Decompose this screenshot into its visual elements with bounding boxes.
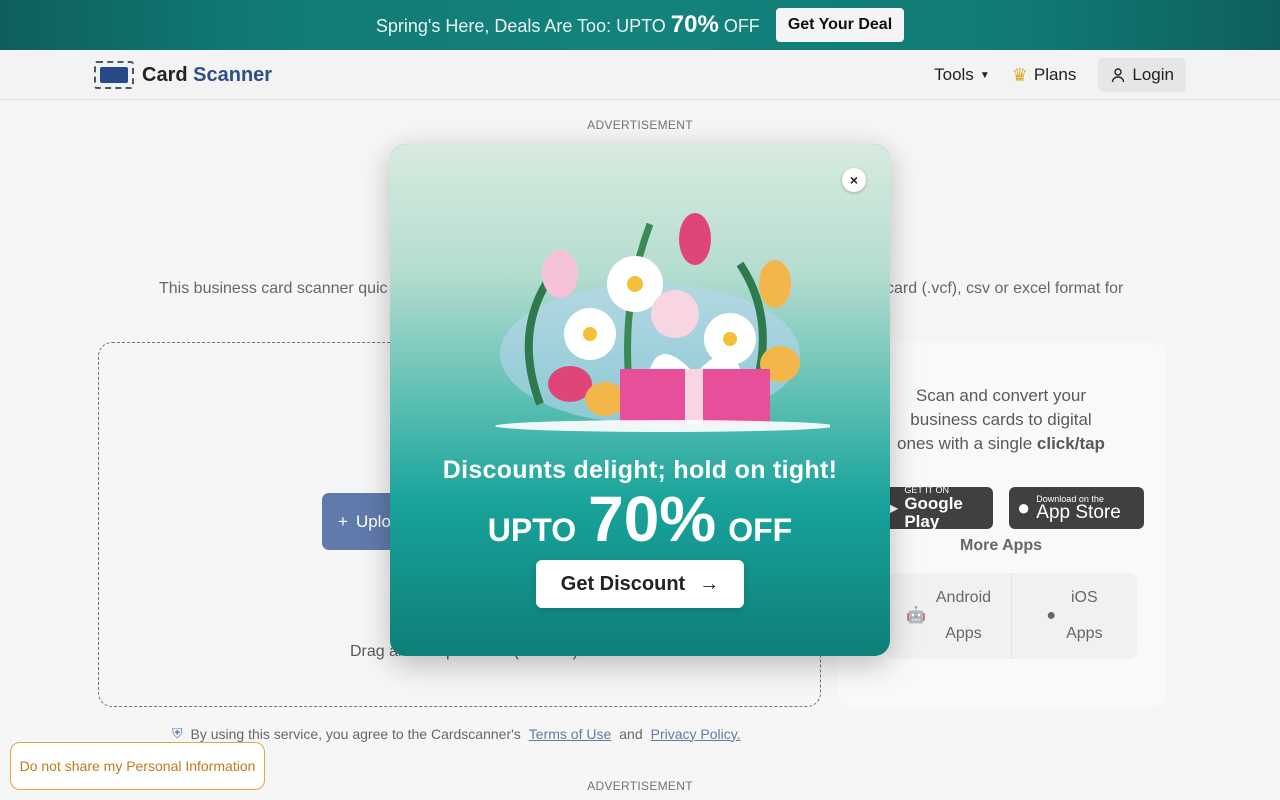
logo-text: Card Scanner bbox=[142, 63, 273, 86]
get-discount-button[interactable]: Get Discount → bbox=[536, 560, 744, 608]
get-your-deal-button[interactable]: Get Your Deal bbox=[775, 8, 905, 42]
site-header: Card Scanner Tools ▼ ♛ Plans Login bbox=[0, 50, 1280, 100]
arrow-right-icon: → bbox=[699, 572, 720, 595]
promo-banner: Spring's Here, Deals Are Too: UPTO 70% O… bbox=[0, 0, 1280, 50]
modal-headline: Discounts delight; hold on tight! bbox=[442, 456, 838, 484]
caret-down-icon: ▼ bbox=[979, 69, 990, 81]
login-button[interactable]: Login bbox=[1098, 58, 1186, 92]
main-nav: Tools ▼ ♛ Plans Login bbox=[934, 58, 1186, 92]
promo-text: Spring's Here, Deals Are Too: UPTO 70% O… bbox=[375, 11, 760, 38]
modal-offer: UPTO 70% OFF bbox=[487, 483, 793, 555]
do-not-share-button[interactable]: Do not share my Personal Information bbox=[10, 742, 265, 790]
discount-modal: × Discounts delight; hold on tight! UPTO… bbox=[390, 144, 890, 656]
user-icon bbox=[1112, 68, 1125, 83]
spring-flowers-illustration bbox=[495, 213, 830, 432]
site-logo[interactable]: Card Scanner bbox=[94, 61, 272, 89]
crown-icon: ♛ bbox=[1011, 64, 1028, 85]
nav-plans[interactable]: ♛ Plans bbox=[1012, 65, 1077, 86]
nav-tools[interactable]: Tools ▼ bbox=[934, 65, 990, 85]
close-icon[interactable]: × bbox=[842, 168, 866, 192]
card-scanner-logo-icon bbox=[94, 61, 134, 89]
